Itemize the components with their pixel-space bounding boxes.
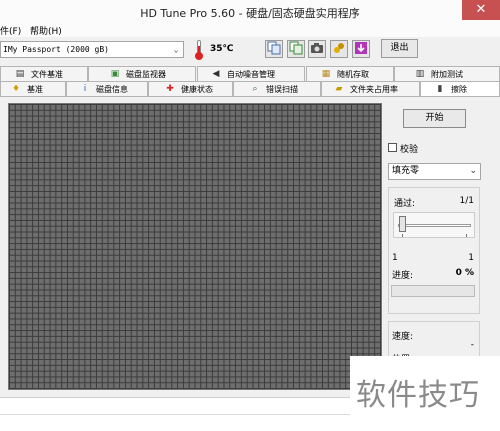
- checkbox-icon: [388, 143, 397, 152]
- verify-label: 校验: [400, 145, 419, 155]
- tab-label: 附加测试: [431, 70, 463, 79]
- tab-label: 磁盘监视器: [126, 70, 166, 79]
- tab-disk-monitor[interactable]: ▣ 磁盘监视器: [88, 66, 196, 81]
- tab-label: 自动噪音管理: [227, 70, 275, 79]
- erase-controls: 开始 校验 填充零 ⌄ 通过: 1/1 1 1 进度: 0 % 速度: -: [388, 97, 500, 398]
- menu-bar: 件(F) 帮助(H): [0, 23, 500, 37]
- disk-monitor-icon: ▣: [110, 69, 120, 79]
- slider-thumb[interactable]: [399, 216, 406, 232]
- health-icon: ✚: [166, 84, 174, 94]
- drive-select[interactable]: IMy Passport (2000 gB) ⌄: [0, 41, 184, 58]
- save-button[interactable]: [352, 40, 370, 58]
- tab-label: 文件基准: [31, 70, 63, 79]
- exit-button[interactable]: 退出: [381, 39, 418, 58]
- tab-file-benchmark[interactable]: ▤ 文件基准: [0, 66, 88, 81]
- temperature-readout: 35℃: [210, 44, 234, 54]
- close-button[interactable]: ✕: [462, 0, 500, 20]
- slider-max: 1: [468, 253, 474, 263]
- tab-label: 擦除: [451, 85, 467, 94]
- slider-min: 1: [392, 253, 398, 263]
- tab-erase[interactable]: ▮ 擦除: [420, 81, 500, 96]
- tab-info[interactable]: i 磁盘信息: [66, 81, 148, 96]
- erase-block-map: [8, 103, 382, 390]
- tab-random-access[interactable]: ▦ 随机存取: [306, 66, 394, 81]
- tab-label: 随机存取: [337, 70, 369, 79]
- drive-select-value: IMy Passport (2000 gB): [3, 45, 109, 54]
- tab-benchmark[interactable]: ♦ 基准: [0, 81, 66, 96]
- thermometer-icon: [195, 40, 203, 60]
- start-button[interactable]: 开始: [403, 109, 466, 128]
- tab-extra-tests[interactable]: ▥ 附加测试: [394, 66, 500, 81]
- screenshot-button[interactable]: [308, 40, 326, 58]
- pass-slider[interactable]: [393, 212, 475, 238]
- window-title: HD Tune Pro 5.60 - 硬盘/固态硬盘实用程序: [140, 7, 360, 20]
- folder-usage-icon: ▰: [335, 84, 343, 94]
- speed-value: -: [470, 340, 474, 350]
- slider-tick: [402, 234, 403, 237]
- copy-text-icon: [289, 41, 303, 55]
- file-benchmark-icon: ▤: [15, 69, 25, 79]
- progress-bar: [391, 285, 475, 297]
- erase-icon: ▮: [437, 84, 443, 94]
- info-icon: i: [83, 84, 87, 94]
- erase-panel: 开始 校验 填充零 ⌄ 通过: 1/1 1 1 进度: 0 % 速度: -: [0, 96, 500, 398]
- extra-tests-icon: ▥: [415, 69, 425, 79]
- tab-label: 错误扫描: [266, 85, 298, 94]
- fill-pattern-select[interactable]: 填充零 ⌄: [388, 163, 481, 180]
- pass-label: 通过:: [394, 199, 416, 209]
- chevron-down-icon: ⌄: [469, 166, 477, 176]
- watermark: 软件技巧: [350, 356, 500, 431]
- options-icon: [334, 43, 344, 53]
- copy-text-button[interactable]: [287, 40, 305, 58]
- fill-pattern-value: 填充零: [392, 166, 420, 176]
- toolbar: IMy Passport (2000 gB) ⌄ 35℃ 退出: [0, 37, 500, 64]
- tab-health[interactable]: ✚ 健康状态: [148, 81, 233, 96]
- menu-file[interactable]: 件(F): [0, 24, 21, 37]
- pass-group: 通过: 1/1 1 1 进度: 0 %: [388, 187, 480, 314]
- copy-info-button[interactable]: [265, 40, 283, 58]
- speed-label: 速度:: [392, 332, 414, 342]
- chevron-down-icon: ⌄: [173, 45, 179, 54]
- tab-label: 文件夹占用率: [350, 85, 398, 94]
- tab-row-top: ▤ 文件基准 ▣ 磁盘监视器 ◀ 自动噪音管理 ▦ 随机存取 ▥ 附加测试: [0, 66, 500, 81]
- slider-track: [398, 224, 471, 227]
- tab-row-bottom: ♦ 基准 i 磁盘信息 ✚ 健康状态 ⌕ 错误扫描 ▰ 文件夹占用率 ▮ 擦除: [0, 81, 500, 96]
- title-bar: HD Tune Pro 5.60 - 硬盘/固态硬盘实用程序 ✕: [0, 0, 500, 24]
- pass-value: 1/1: [459, 196, 474, 206]
- progress-value: 0 %: [455, 268, 474, 278]
- save-icon: [355, 42, 367, 54]
- tab-folder-usage[interactable]: ▰ 文件夹占用率: [321, 81, 420, 96]
- slider-tick: [466, 234, 467, 237]
- tab-label: 健康状态: [181, 85, 213, 94]
- camera-icon: [311, 43, 323, 53]
- random-access-icon: ▦: [321, 69, 331, 79]
- speaker-icon: ◀: [212, 69, 220, 79]
- tab-error-scan[interactable]: ⌕ 错误扫描: [233, 81, 321, 96]
- tab-label: 磁盘信息: [96, 85, 128, 94]
- benchmark-icon: ♦: [11, 84, 21, 94]
- error-scan-icon: ⌕: [252, 84, 258, 94]
- options-button[interactable]: [330, 40, 348, 58]
- menu-help[interactable]: 帮助(H): [30, 24, 62, 37]
- copy-info-icon: [267, 41, 281, 55]
- progress-label: 进度:: [392, 271, 414, 281]
- watermark-text: 软件技巧: [356, 378, 480, 413]
- tab-speaker[interactable]: ◀ 自动噪音管理: [197, 66, 305, 81]
- tab-label: 基准: [27, 85, 43, 94]
